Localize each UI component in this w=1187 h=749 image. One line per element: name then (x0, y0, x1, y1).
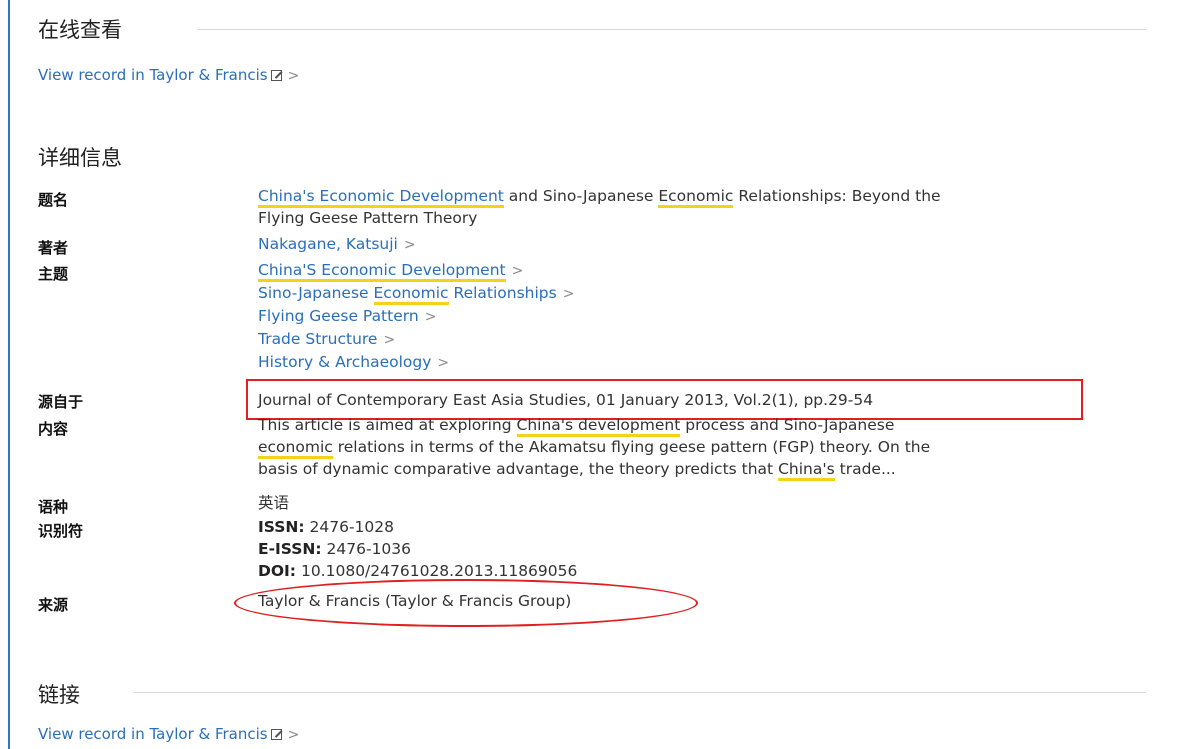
view-record-link-bottom[interactable]: View record in Taylor & Francis > (38, 725, 299, 743)
content-part: trade... (834, 460, 896, 478)
content-part: China's (778, 460, 835, 481)
subject-link[interactable]: Trade Structure (258, 330, 377, 348)
view-record-label[interactable]: View record in Taylor & Francis (38, 725, 268, 743)
section-divider (133, 692, 1146, 693)
chevron-right-icon: > (383, 332, 396, 348)
subject-link[interactable]: Flying Geese Pattern (258, 307, 419, 325)
subject-link[interactable]: Sino-Japanese (258, 284, 374, 302)
field-label-author: 著者 (38, 239, 69, 257)
field-label-origin: 来源 (38, 596, 69, 614)
chevron-right-icon: > (287, 68, 300, 84)
field-value-subjects: China'S Economic Development > Sino-Japan… (258, 259, 1158, 374)
section-divider (198, 29, 1146, 30)
field-label-source: 源自于 (38, 393, 84, 411)
title-part: Relationships: Beyond the (733, 187, 941, 205)
field-label-identifier: 识别符 (38, 522, 84, 540)
chevron-right-icon: > (403, 237, 416, 253)
chevron-right-icon: > (511, 263, 524, 279)
content-part: process and Sino-Japanese (680, 416, 895, 434)
title-part: Flying Geese Pattern Theory (258, 209, 478, 227)
section-title-links: 链接 (38, 683, 80, 707)
field-label-subject: 主题 (38, 265, 69, 283)
content-part: This article is aimed at exploring (258, 416, 517, 434)
eissn-row: E-ISSN: 2476-1036 (258, 540, 412, 558)
subject-item[interactable]: China'S Economic Development > (258, 259, 1158, 282)
subject-link[interactable]: China'S Economic Development (258, 261, 506, 282)
section-title-details: 详细信息 (38, 146, 122, 170)
title-part[interactable]: China's Economic Development (258, 187, 504, 208)
field-label-language: 语种 (38, 498, 69, 516)
field-label-title: 题名 (38, 191, 69, 209)
field-label-content: 内容 (38, 420, 69, 438)
content-part: basis of dynamic comparative advantage, … (258, 460, 779, 478)
field-value-language: 英语 (258, 494, 290, 512)
view-record-label[interactable]: View record in Taylor & Francis (38, 66, 268, 84)
subject-link[interactable]: Relationships (449, 284, 556, 302)
subject-link[interactable]: Economic (373, 284, 449, 305)
chevron-right-icon: > (424, 309, 437, 325)
author-link[interactable]: Nakagane, Katsuji (258, 235, 398, 253)
external-link-icon (270, 70, 282, 81)
left-border (8, 0, 10, 749)
view-record-link-top[interactable]: View record in Taylor & Francis > (38, 66, 299, 84)
content-part: China's development (516, 416, 681, 437)
issn-row: ISSN: 2476-1028 (258, 518, 395, 536)
field-value-author[interactable]: Nakagane, Katsuji > (258, 233, 1158, 256)
chevron-right-icon: > (562, 286, 575, 302)
subject-item[interactable]: Trade Structure > (258, 328, 1158, 351)
title-part: Economic (658, 187, 734, 208)
doi-row: DOI: 10.1080/24761028.2013.11869056 (258, 562, 578, 580)
field-value-content: This article is aimed at exploring China… (258, 414, 1158, 481)
title-part: and Sino-Japanese (503, 187, 659, 205)
chevron-right-icon: > (287, 727, 300, 743)
subject-item[interactable]: Flying Geese Pattern > (258, 305, 1158, 328)
field-value-title[interactable]: China's Economic Development and Sino-Ja… (258, 185, 1158, 229)
annotation-red-ellipse (234, 579, 698, 627)
field-value-identifiers: ISSN: 2476-1028 E-ISSN: 2476-1036 DOI: 1… (258, 516, 1158, 582)
section-title-online: 在线查看 (38, 18, 122, 42)
content-part: economic (258, 438, 333, 459)
chevron-right-icon: > (437, 355, 450, 371)
content-part: relations in terms of the Akamatsu flyin… (332, 438, 931, 456)
external-link-icon (270, 729, 282, 740)
subject-item[interactable]: Sino-Japanese Economic Relationships > (258, 282, 1158, 305)
subject-item[interactable]: History & Archaeology > (258, 351, 1158, 374)
subject-link[interactable]: History & Archaeology (258, 353, 431, 371)
